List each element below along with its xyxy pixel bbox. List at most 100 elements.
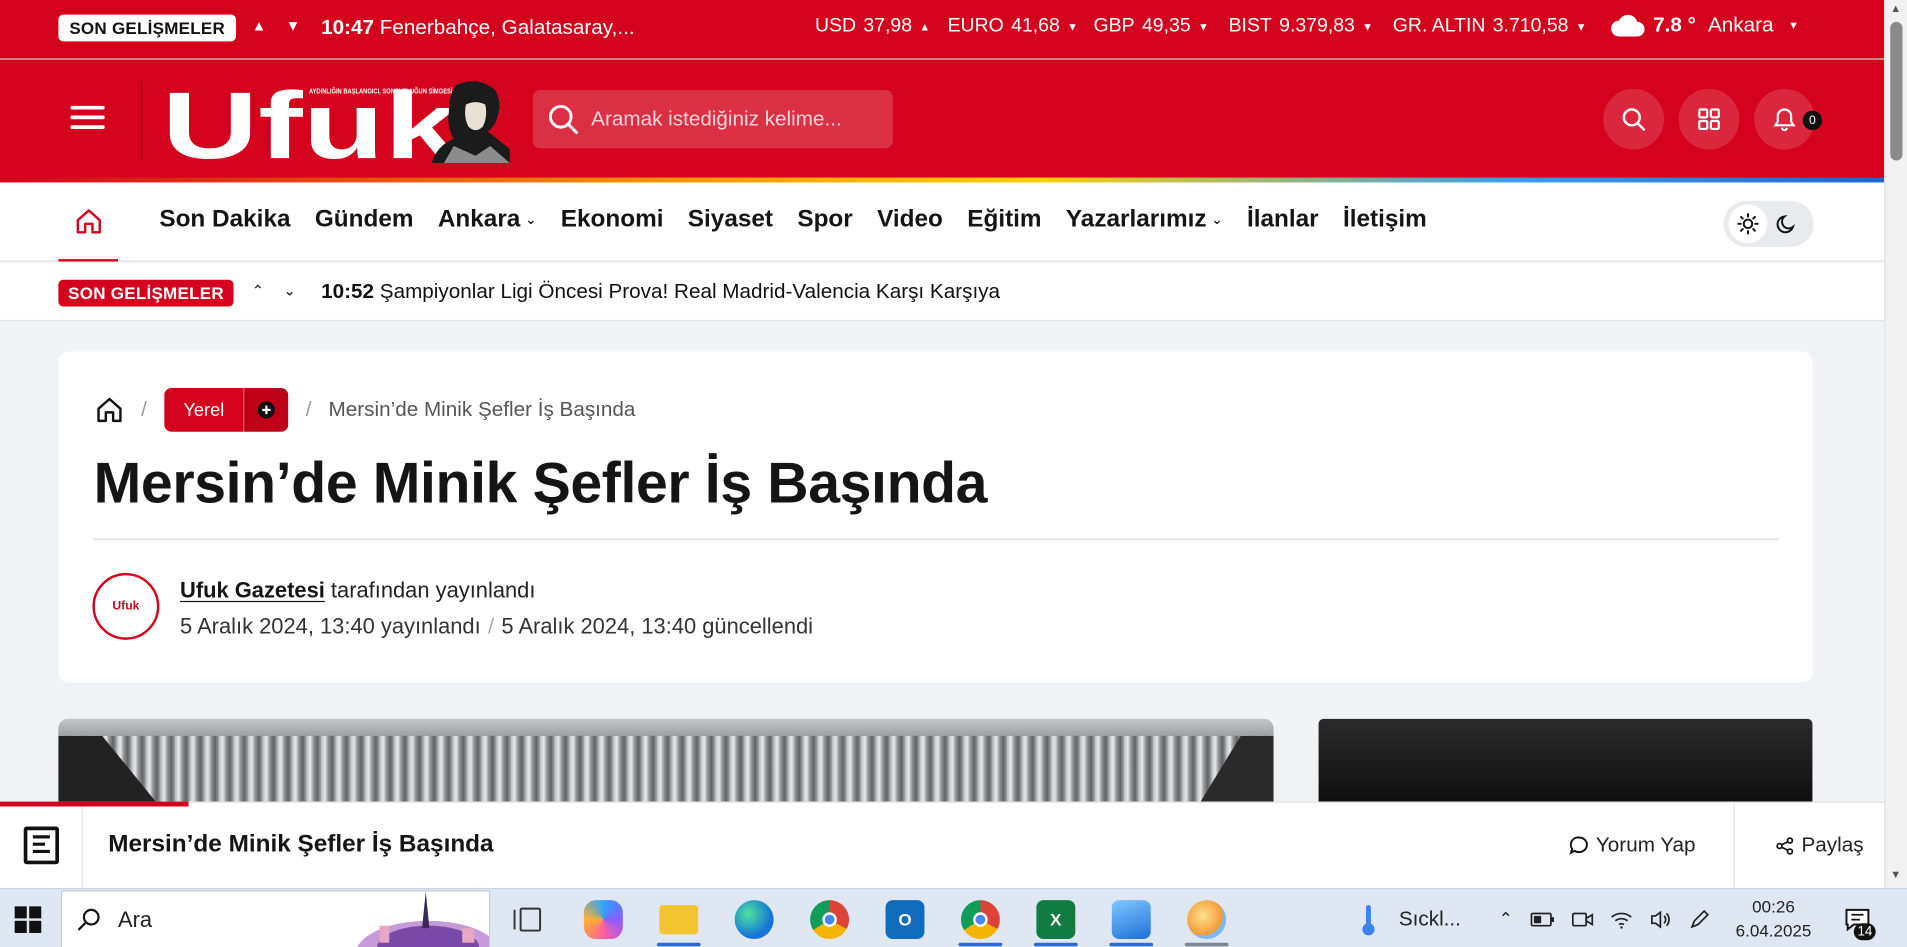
chevron-up-icon[interactable]: ⌃ xyxy=(1499,909,1513,930)
meet-icon[interactable] xyxy=(1571,909,1593,928)
task-view-button[interactable] xyxy=(496,892,559,947)
taskbar-copilot[interactable] xyxy=(572,892,635,947)
updated-date: 5 Aralık 2024, 13:40 güncellendi xyxy=(501,614,814,639)
taskbar-chrome-profile[interactable] xyxy=(949,892,1012,947)
grid-icon xyxy=(1698,108,1720,131)
home-icon[interactable] xyxy=(95,395,124,424)
notifications-button[interactable]: 0 xyxy=(1754,88,1823,150)
author-link[interactable]: Ufuk Gazetesi xyxy=(180,578,325,602)
nav-item-ilanlar[interactable]: İlanlar xyxy=(1247,206,1319,234)
search-input[interactable] xyxy=(591,107,884,132)
weather-widget[interactable]: 7.8 ° Ankara ▼ xyxy=(1609,12,1799,39)
byline: Ufuk Gazetesi tarafından yayınlandı xyxy=(180,578,535,604)
light-mode-button[interactable] xyxy=(1728,204,1768,244)
nav-item-ekonomi[interactable]: Ekonomi xyxy=(561,206,664,234)
photos-icon xyxy=(1111,899,1151,939)
divider xyxy=(1733,802,1735,888)
scroll-up-icon[interactable]: ▲ xyxy=(1890,2,1901,14)
page-scrollbar[interactable]: ▲ ▼ xyxy=(1884,0,1907,888)
nav-item-spor[interactable]: Spor xyxy=(797,206,852,234)
nav-item-siyaset[interactable]: Siyaset xyxy=(688,206,773,234)
follow-category-button[interactable] xyxy=(243,388,289,432)
nav-item-ankara[interactable]: Ankara ⌄ xyxy=(438,206,537,234)
search-icon xyxy=(77,908,100,931)
taskbar-weather[interactable]: Sıckl... xyxy=(1360,889,1461,947)
article-header-card: / Yerel / Mersin’de Minik Şefler İş Başı… xyxy=(58,351,1813,683)
ticker-prev-icon[interactable]: ⌃ xyxy=(252,282,264,299)
chevron-down-icon: ⌄ xyxy=(525,212,537,228)
market-name: GBP xyxy=(1093,15,1135,37)
folder-icon xyxy=(659,904,699,934)
theme-toggle[interactable] xyxy=(1723,200,1814,247)
chevron-down-icon: ⌄ xyxy=(1211,212,1223,228)
ticker-headline-link[interactable]: 10:47 Fenerbahçe, Galatasaray,... xyxy=(321,16,634,40)
pen-icon[interactable] xyxy=(1688,908,1710,930)
taskbar-excel[interactable]: X xyxy=(1024,892,1087,947)
taskbar-photos[interactable] xyxy=(1100,892,1163,947)
share-button[interactable]: Paylaş xyxy=(1776,803,1864,888)
menu-icon[interactable] xyxy=(70,105,105,130)
market-euro[interactable]: EURO 41,68 ▼ xyxy=(948,16,1078,38)
article-list-button[interactable] xyxy=(0,802,83,888)
search-icon xyxy=(548,104,579,135)
paint-icon xyxy=(1187,899,1227,939)
author-avatar[interactable]: Ufuk xyxy=(92,572,160,640)
ufuk-logo[interactable]: Ufuk AYDINLIĞIN BAŞLANGICI, SONSUZLUĞUN … xyxy=(162,73,510,163)
scrollbar-thumb[interactable] xyxy=(1890,21,1903,161)
sidebar-ad-image[interactable] xyxy=(1318,718,1813,802)
market-gbp[interactable]: GBP 49,35 ▼ xyxy=(1094,16,1209,38)
sticky-article-title: Mersin’de Minik Şefler İş Başında xyxy=(108,830,494,858)
volume-icon[interactable] xyxy=(1649,909,1671,928)
ticker-next-icon[interactable]: ▼ xyxy=(286,17,300,34)
taskbar-clock[interactable]: 00:26 6.04.2025 xyxy=(1725,894,1822,943)
windows-taskbar: Ara O X Sıckl... ⌃ 00:26 6.04.2025 14 xyxy=(0,887,1907,947)
scroll-down-icon[interactable]: ▼ xyxy=(1890,869,1901,881)
market-bist[interactable]: BIST 9.379,83 ▼ xyxy=(1229,16,1373,38)
ticker-time: 10:47 xyxy=(321,15,375,39)
bell-icon xyxy=(1773,108,1796,132)
search-button[interactable] xyxy=(1603,88,1665,150)
market-name: USD xyxy=(814,15,857,37)
market-name: BIST xyxy=(1228,15,1272,37)
wifi-icon[interactable] xyxy=(1610,909,1632,929)
nav-item-son-dakika[interactable]: Son Dakika xyxy=(159,206,290,234)
cloud-icon xyxy=(1611,14,1645,37)
nav-item-gundem[interactable]: Gündem xyxy=(315,206,414,234)
nav-item-yazarlarimiz[interactable]: Yazarlarımız ⌄ xyxy=(1066,206,1223,234)
taskbar-outlook[interactable]: O xyxy=(873,892,936,947)
start-button[interactable] xyxy=(0,889,56,947)
search-icon xyxy=(1622,108,1646,131)
dark-mode-button[interactable] xyxy=(1767,204,1806,243)
taskbar-edge[interactable] xyxy=(723,892,786,947)
divider xyxy=(141,80,143,161)
nav-item-egitim[interactable]: Eğitim xyxy=(967,206,1041,234)
battery-icon[interactable] xyxy=(1530,912,1554,927)
market-gold[interactable]: GR. ALTIN 3.710,58 ▼ xyxy=(1393,16,1587,38)
ticker-prev-icon[interactable]: ▲ xyxy=(252,17,266,34)
market-value: 37,98 xyxy=(863,15,913,37)
apps-button[interactable] xyxy=(1678,88,1740,150)
chrome-profile-icon xyxy=(960,899,1000,939)
comment-button[interactable]: Yorum Yap xyxy=(1569,803,1696,888)
nav-item-iletisim[interactable]: İletişim xyxy=(1343,206,1427,234)
ticker-next-icon[interactable]: ⌄ xyxy=(283,282,295,299)
category-chip[interactable]: Yerel xyxy=(163,388,289,432)
copilot-icon xyxy=(583,899,623,939)
article-main-image[interactable] xyxy=(58,718,1274,802)
taskbar-search[interactable]: Ara xyxy=(60,890,491,947)
notification-count-badge: 0 xyxy=(1802,110,1823,131)
notification-count-badge: 14 xyxy=(1853,923,1876,941)
market-usd[interactable]: USD 37,98 ▲ xyxy=(815,16,930,38)
category-label: Yerel xyxy=(163,388,244,432)
edge-icon xyxy=(734,899,774,939)
taskbar-paint[interactable] xyxy=(1175,892,1238,947)
ticker-headline: Fenerbahçe, Galatasaray,... xyxy=(379,15,635,39)
breaking-headline-link[interactable]: 10:52 Şampiyonlar Ligi Öncesi Prova! Rea… xyxy=(321,280,1000,304)
search-box[interactable] xyxy=(532,90,893,149)
divider xyxy=(93,538,1779,541)
taskbar-chrome[interactable] xyxy=(798,892,861,947)
nav-item-video[interactable]: Video xyxy=(877,206,943,234)
notification-center-button[interactable]: 14 xyxy=(1844,889,1876,947)
taskbar-file-explorer[interactable] xyxy=(647,892,710,947)
nav-home[interactable] xyxy=(58,182,118,262)
